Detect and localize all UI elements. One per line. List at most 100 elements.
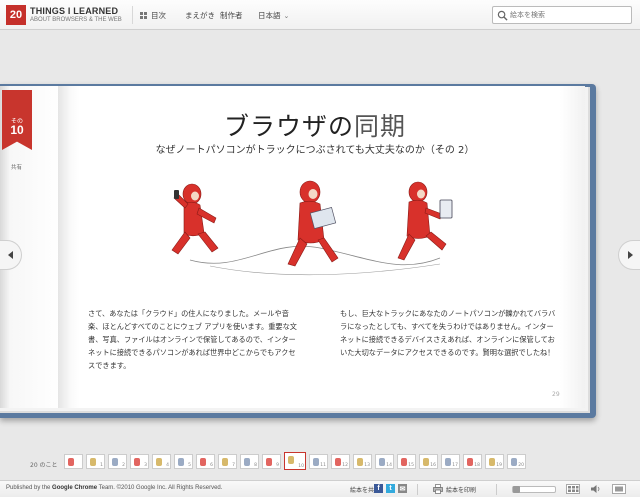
thumbnail-number: 17 [452, 463, 458, 468]
thumbnail-number: 20 [518, 463, 524, 468]
thumbnail-figure [222, 458, 228, 466]
thumbnail-item[interactable]: 19 [485, 454, 504, 469]
print-icon[interactable] [433, 484, 443, 494]
thumbnail-figure [90, 458, 96, 466]
thumbnail-item[interactable]: 18 [463, 454, 482, 469]
thumbnail-number: 14 [386, 463, 392, 468]
tablet-device [439, 199, 453, 219]
nav-contents[interactable]: 目次 [140, 10, 166, 21]
thumbnail-number: 18 [474, 463, 480, 468]
thumbnail-figure [489, 458, 495, 466]
facebook-icon[interactable]: f [374, 484, 383, 493]
thumbnail-number: 9 [276, 463, 279, 468]
sound-icon[interactable] [590, 484, 602, 494]
thumbnail-number: 3 [144, 463, 147, 468]
nav-foreword-label: まえがき [185, 11, 215, 20]
search-icon [497, 10, 508, 21]
thumbnail-number: 13 [364, 463, 370, 468]
credit-prefix: Published by the [6, 485, 53, 491]
grid-icon [140, 11, 148, 20]
chapter-title-main: ブラウザの [223, 112, 354, 141]
nav-contents-label: 目次 [151, 11, 166, 20]
fullscreen-icon[interactable] [612, 484, 626, 494]
thumbnail-figure [423, 458, 429, 466]
thumbnail-figure [178, 458, 184, 466]
phone-device [174, 190, 179, 199]
footer-divider-2 [496, 484, 497, 495]
thumbnail-item[interactable]: 20 [507, 454, 526, 469]
search-input[interactable] [510, 8, 628, 22]
credit-brand[interactable]: Google Chrome [52, 485, 97, 491]
thumbnail-figure [244, 458, 250, 466]
thumbnail-figure [401, 458, 407, 466]
print-label[interactable]: 絵本を印刷 [446, 485, 476, 494]
thumbnail-figure [313, 458, 319, 466]
logo-title[interactable]: THINGS I LEARNED [30, 6, 118, 16]
thumbnail-number: 7 [232, 463, 235, 468]
thumbnail-item[interactable]: 12 [331, 454, 350, 469]
thumbnail-figure [156, 458, 162, 466]
thumbnail-figure [112, 458, 118, 466]
ribbon-note: 共有 [11, 165, 23, 171]
logo-subtitle[interactable]: ABOUT BROWSERS & THE WEB [30, 17, 122, 23]
thumbnail-number: 8 [254, 463, 257, 468]
thumbnail-item[interactable]: 14 [375, 454, 394, 469]
thumbnail-item[interactable]: 17 [441, 454, 460, 469]
chapter-subtitle: なぜノートパソコンがトラックにつぶされても大丈夫なのか（その 2） [155, 145, 475, 156]
thumbnail-number: 16 [430, 463, 436, 468]
sync-illustration [171, 180, 453, 276]
thumbnail-item[interactable]: 4 [152, 454, 171, 469]
language-selector[interactable]: 日本語 ⌄ [258, 10, 289, 21]
nav-foreword[interactable]: まえがき [185, 10, 215, 21]
next-page-button[interactable] [618, 240, 640, 270]
thumbnail-number: 6 [210, 463, 213, 468]
thumbnail-strip: 1 2 3 4 5 6 7 8 9 10 11 12 13 14 15 16 17 18 19 20 [64, 452, 526, 472]
thumbnail-item[interactable]: 10 [284, 452, 306, 470]
thumbnail-item[interactable]: 3 [130, 454, 149, 469]
thumbnail-figure [134, 458, 140, 466]
app-header: 20 THINGS I LEARNED ABOUT BROWSERS & THE… [0, 0, 640, 30]
thumbnail-figure [68, 458, 74, 466]
app-footer: Published by the Google Chrome Team. ©20… [0, 480, 640, 497]
thumbnail-number: 10 [298, 464, 304, 469]
logo-badge[interactable]: 20 [6, 5, 26, 25]
nav-credits-label: 制作者 [220, 11, 243, 20]
credit-suffix: Team. ©2010 Google Inc. All Rights Reser… [97, 485, 223, 491]
thumbnail-item[interactable]: 11 [309, 454, 328, 469]
thumbnail-item[interactable]: 8 [240, 454, 259, 469]
thumbnail-item[interactable]: 7 [218, 454, 237, 469]
thumbnail-item[interactable]: 16 [419, 454, 438, 469]
thumbnail-item[interactable]: 15 [397, 454, 416, 469]
thumbnail-number: 4 [166, 463, 169, 468]
nav-credits[interactable]: 制作者 [220, 10, 243, 21]
chapter-title-light: 同期 [354, 112, 407, 141]
thumbnail-figure [266, 458, 272, 466]
thumbnail-item[interactable]: 5 [174, 454, 193, 469]
mail-icon[interactable]: ✉ [398, 484, 407, 493]
thumbnail-item[interactable]: 9 [262, 454, 281, 469]
toc-grid-icon[interactable] [566, 484, 580, 494]
thumbnail-number: 5 [188, 463, 191, 468]
zoom-slider[interactable] [512, 486, 556, 493]
thumbnail-figure [288, 456, 294, 464]
thumbnail-number: 2 [122, 463, 125, 468]
search-box[interactable] [492, 6, 632, 24]
thumbnail-number: 15 [408, 463, 414, 468]
thumbnail-number: 11 [320, 463, 326, 468]
thumbnail-item[interactable]: 2 [108, 454, 127, 469]
language-label: 日本語 [258, 11, 281, 20]
header-divider [132, 6, 133, 24]
thumbnail-item[interactable]: 13 [353, 454, 372, 469]
page-number: 29 [552, 391, 560, 398]
zoom-slider-knob[interactable] [513, 486, 520, 493]
paragraph-left: さて、あなたは「クラウド」の住人になりました。メールや音楽、ほとんどすべてのこと… [88, 309, 297, 370]
chapter-title: ブラウザの同期 [0, 107, 585, 143]
thumbnail-item[interactable] [64, 454, 83, 469]
twitter-icon[interactable]: t [386, 484, 395, 493]
thumbnail-figure [379, 458, 385, 466]
paragraph-right: もし、巨大なトラックにあなたのノートパソコンが轢かれてバラバラになったとしても、… [340, 309, 556, 357]
thumbnail-item[interactable]: 6 [196, 454, 215, 469]
thumbnail-figure [467, 458, 473, 466]
arrow-right-icon [627, 251, 633, 259]
thumbnail-item[interactable]: 1 [86, 454, 105, 469]
